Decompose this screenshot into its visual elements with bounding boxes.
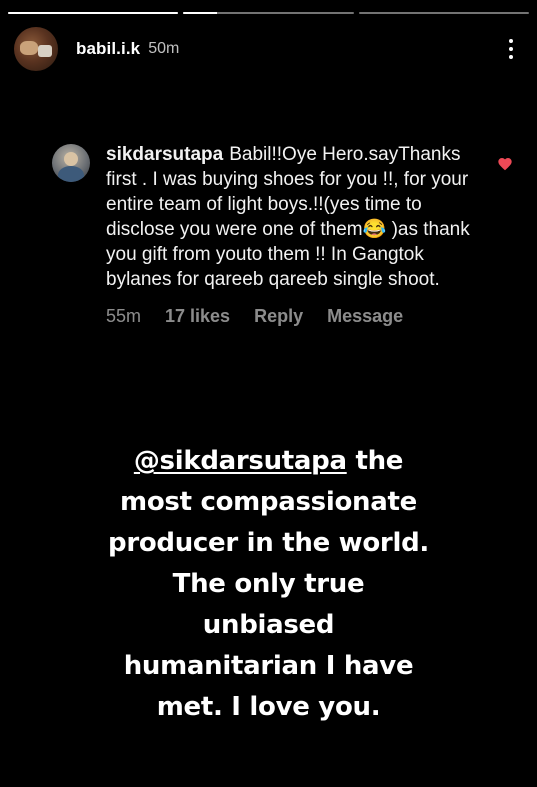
caption-line: unbiased [202, 610, 335, 640]
comment-text: Babil!!Oye Hero.sayThanks first . I was … [106, 144, 470, 290]
progress-fill [183, 12, 218, 14]
shared-comment: sikdarsutapa Babil!!Oye Hero.sayThanks fi… [52, 142, 519, 327]
progress-segment [358, 12, 529, 14]
story-caption: @sikdarsutapa the most compassionate pro… [0, 441, 537, 728]
progress-segment [183, 12, 354, 14]
story-header: babil.i.k 50m [14, 27, 523, 71]
caption-line: humanitarian I have [123, 651, 414, 681]
progress-fill [8, 12, 179, 14]
heart-icon[interactable] [497, 156, 513, 172]
likes-count[interactable]: 17 likes [165, 306, 230, 327]
story-progress-bar [8, 12, 529, 15]
comment-timestamp: 55m [106, 306, 142, 326]
comment-username[interactable]: sikdarsutapa [106, 144, 223, 165]
comment-body: sikdarsutapa Babil!!Oye Hero.sayThanks fi… [106, 142, 484, 292]
caption-line: producer in the world. [108, 528, 429, 558]
caption-text: the [346, 446, 404, 476]
caption-line: The only true [172, 569, 365, 599]
caption-line: met. I love you. [156, 692, 381, 722]
caption-line: most compassionate [120, 487, 417, 517]
more-vertical-icon[interactable] [507, 39, 515, 59]
story-username[interactable]: babil.i.k [76, 39, 140, 59]
comment-avatar[interactable] [52, 144, 90, 182]
avatar[interactable] [14, 27, 58, 71]
reply-button[interactable]: Reply [254, 306, 303, 327]
caption-line: @sikdarsutapa the [0, 441, 537, 482]
message-button[interactable]: Message [327, 306, 403, 327]
comment-meta: 55m 17 likes Reply Message [106, 306, 519, 327]
mention-link[interactable]: @sikdarsutapa [134, 446, 347, 476]
progress-segment [8, 12, 179, 14]
story-timestamp: 50m [148, 40, 180, 57]
